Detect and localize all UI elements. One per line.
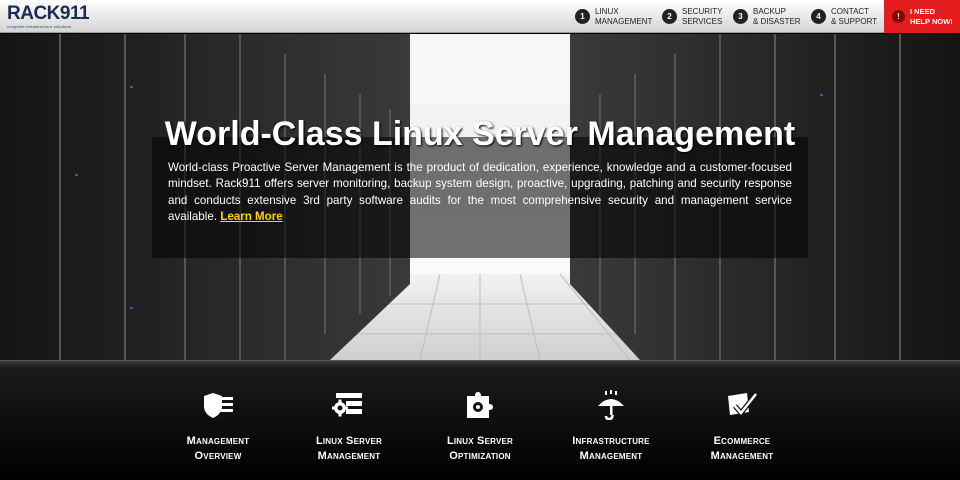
pci-check-icon: [728, 392, 758, 417]
logo-name: RACK911: [7, 3, 90, 24]
help-now-button[interactable]: ! I NEED HELP NOW!: [884, 0, 960, 33]
nav-number-badge: 2: [662, 9, 677, 24]
nav-label: SECURITY SERVICES: [682, 6, 723, 26]
help-label: I NEED HELP NOW!: [910, 6, 953, 26]
nav-contact-support[interactable]: 4 CONTACT & SUPPORT: [811, 0, 887, 33]
service-linux-server-optimization[interactable]: Linux Server Optimization: [410, 390, 550, 464]
nav-number-badge: 4: [811, 9, 826, 24]
section-divider: [0, 360, 960, 368]
service-label: Infrastructure Management: [572, 435, 650, 462]
nav-linux-management[interactable]: 1 LINUX MANAGEMENT: [575, 0, 653, 33]
service-infrastructure-management[interactable]: Infrastructure Management: [541, 390, 681, 464]
logo-tagline: complete infrastructure solutions: [7, 24, 72, 29]
service-label: Management Overview: [186, 435, 250, 462]
site-header: RACK911 complete infrastructure solution…: [0, 0, 960, 33]
nav-label: CONTACT & SUPPORT: [831, 6, 878, 26]
nav-label: LINUX MANAGEMENT: [595, 6, 653, 26]
learn-more-link[interactable]: Learn More: [220, 210, 283, 223]
rack911-logo[interactable]: RACK911 complete infrastructure solution…: [7, 4, 97, 30]
shield-list-icon: [204, 393, 233, 418]
alert-icon: !: [892, 10, 905, 23]
nav-number-badge: 1: [575, 9, 590, 24]
nav-label: BACKUP & DISASTER: [753, 6, 801, 26]
umbrella-rain-icon: [598, 390, 624, 420]
hero-title: World-Class Linux Server Management: [164, 115, 796, 153]
nav-backup-disaster[interactable]: 3 BACKUP & DISASTER: [733, 0, 809, 33]
nav-number-badge: 3: [733, 9, 748, 24]
service-label: Ecommerce Management: [710, 435, 774, 462]
service-ecommerce-management[interactable]: Ecommerce Management: [672, 390, 812, 464]
service-label: Linux Server Management: [315, 435, 383, 462]
nav-security-services[interactable]: 2 SECURITY SERVICES: [662, 0, 738, 33]
service-linux-server-management[interactable]: Linux Server Management: [279, 390, 419, 464]
service-management-overview[interactable]: Management Overview: [148, 390, 288, 464]
gear-list-icon: [332, 393, 362, 417]
puzzle-gear-icon: [467, 392, 493, 418]
hero-description: World-class Proactive Server Management …: [168, 160, 792, 226]
service-label: Linux Server Optimization: [446, 435, 514, 462]
